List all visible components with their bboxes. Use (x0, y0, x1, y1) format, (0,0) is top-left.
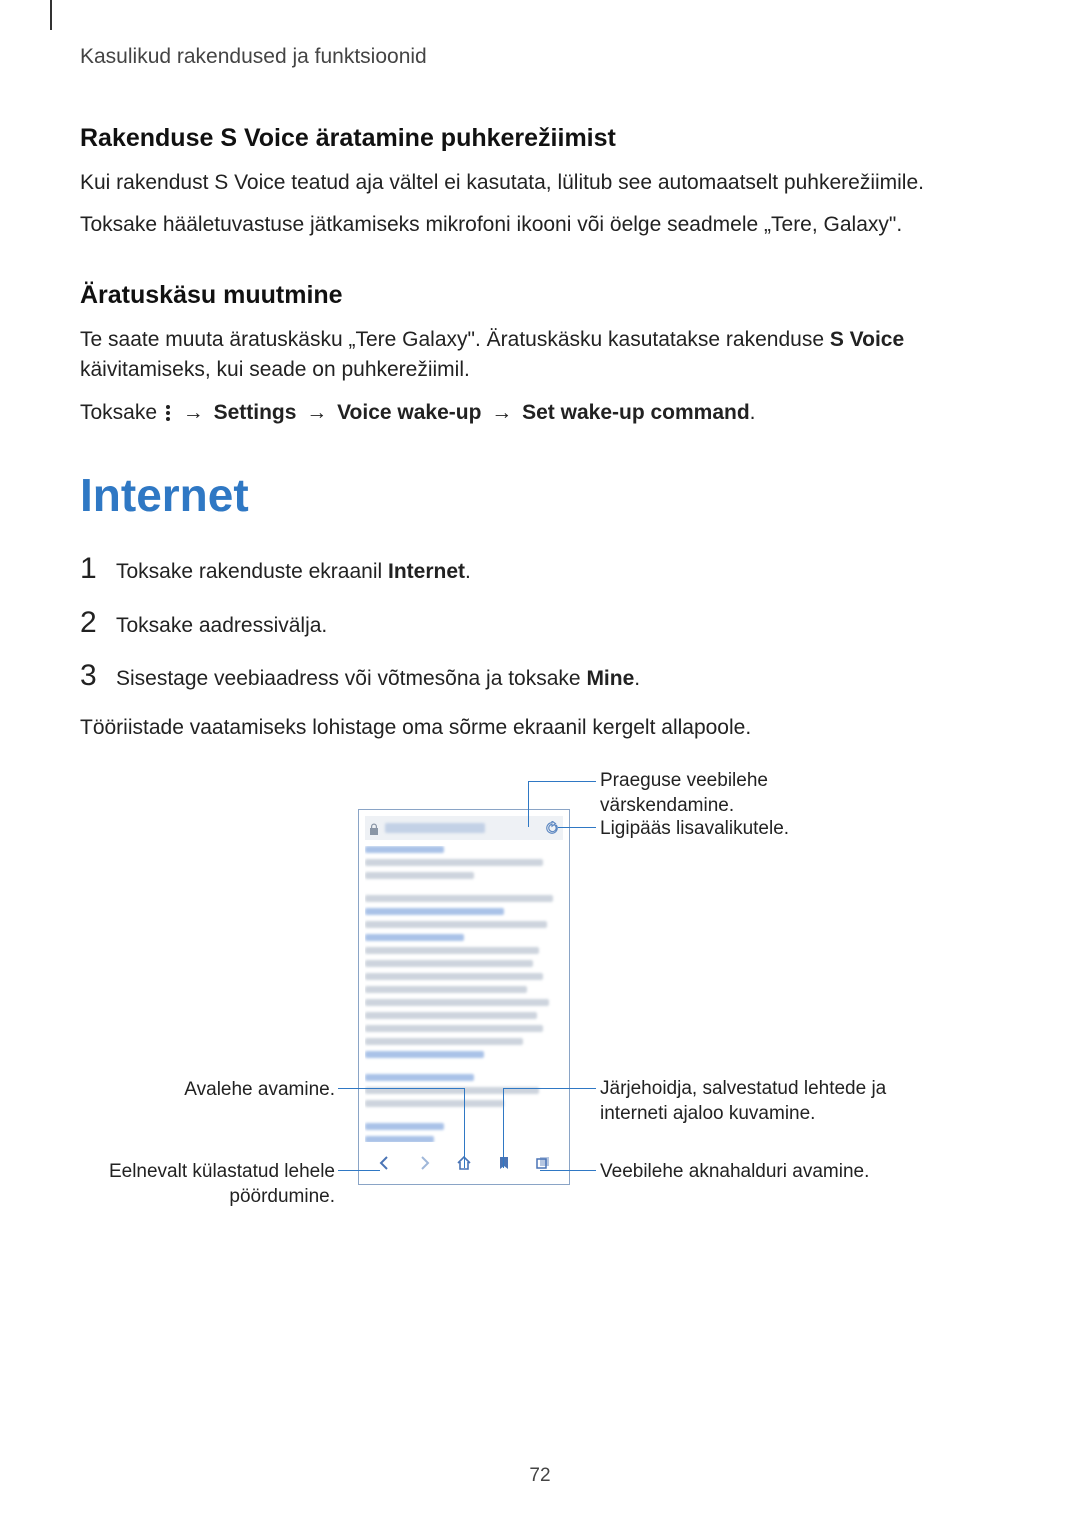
step-3-post: . (634, 667, 640, 690)
address-text-blur (385, 823, 485, 833)
step-3: 3 Sisestage veebiaadress või võtmesõna j… (80, 659, 1000, 694)
leader-refresh-h (528, 781, 596, 782)
arrow-2: → (306, 401, 327, 424)
running-head: Kasulikud rakendused ja funktsioonid (80, 45, 1000, 69)
svoice-wake-p2: Toksake hääletuvastuse jätkamiseks mikro… (80, 210, 1000, 240)
step-2-pre: Toksake aadressivälja. (116, 614, 327, 637)
menu-settings: Settings (214, 401, 297, 424)
svoice-change-heading: Äratuskäsu muutmine (80, 281, 1000, 310)
svoice-change-p1a: Te saate muuta äratuskäsku „Tere Galaxy"… (80, 328, 830, 351)
period: . (750, 401, 756, 424)
crop-mark (50, 0, 52, 30)
svoice-bold-app: S Voice (830, 328, 904, 351)
leader-refresh-v (528, 781, 529, 827)
callout-refresh: Praeguse veebilehe värskendamine. (600, 769, 900, 818)
step-1-text: Toksake rakenduste ekraanil Internet. (116, 552, 471, 587)
step-1-num: 1 (80, 552, 116, 585)
step-1-post: . (465, 560, 471, 583)
leader-home-h (338, 1088, 464, 1089)
callout-more: Ligipääs lisavalikutele. (600, 817, 900, 842)
step-2: 2 Toksake aadressivälja. (80, 606, 1000, 641)
tap-prefix: Toksake (80, 401, 163, 424)
svoice-change-p1c: käivitamiseks, kui seade on puhkerežiimi… (80, 358, 470, 381)
leader-windows (540, 1170, 596, 1171)
windows-icon (535, 1155, 551, 1171)
svoice-change-p1: Te saate muuta äratuskäsku „Tere Galaxy"… (80, 325, 1000, 386)
more-options-zone (539, 816, 569, 840)
leader-home-v (464, 1088, 465, 1168)
step-3-bold: Mine (586, 667, 634, 690)
step-3-pre: Sisestage veebiaadress või võtmesõna ja … (116, 667, 586, 690)
step-3-text: Sisestage veebiaadress või võtmesõna ja … (116, 659, 640, 694)
leader-more (558, 827, 596, 828)
callout-back: Eelnevalt külastatud lehele pöördumine. (80, 1160, 335, 1209)
menu-set-cmd: Set wake-up command (522, 401, 750, 424)
forward-icon (416, 1155, 432, 1171)
callout-windows: Veebilehe aknahalduri avamine. (600, 1160, 920, 1185)
address-bar (365, 816, 563, 840)
leader-back (338, 1170, 380, 1171)
menu-voice-wake: Voice wake-up (337, 401, 481, 424)
callout-home: Avalehe avamine. (120, 1078, 335, 1103)
svoice-tap-line: Toksake → Settings → Voice wake-up → Set… (80, 398, 1000, 428)
callout-bookmarks: Järjehoidja, salvestatud lehtede ja inte… (600, 1077, 940, 1126)
step-1: 1 Toksake rakenduste ekraanil Internet. (80, 552, 1000, 587)
more-options-icon (165, 404, 171, 422)
browser-figure: Praeguse veebilehe värskendamine. Ligipä… (80, 773, 1000, 1253)
step-1-bold: Internet (388, 560, 465, 583)
step-2-text: Toksake aadressivälja. (116, 606, 327, 641)
internet-heading: Internet (80, 468, 1000, 522)
lock-icon (369, 822, 379, 834)
page-number: 72 (0, 1465, 1080, 1487)
step-1-pre: Toksake rakenduste ekraanil (116, 560, 388, 583)
step-2-num: 2 (80, 606, 116, 639)
arrow-1: → (183, 401, 204, 424)
after-steps-text: Tööriistade vaatamiseks lohistage oma sõ… (80, 713, 1000, 743)
svoice-wake-heading: Rakenduse S Voice äratamine puhkerežiimi… (80, 124, 1000, 153)
back-icon (377, 1155, 393, 1171)
step-3-num: 3 (80, 659, 116, 692)
leader-bookmarks-h (503, 1088, 596, 1089)
arrow-3: → (491, 401, 512, 424)
svoice-wake-p1: Kui rakendust S Voice teatud aja vältel … (80, 168, 1000, 198)
leader-bookmarks-v (503, 1088, 504, 1168)
